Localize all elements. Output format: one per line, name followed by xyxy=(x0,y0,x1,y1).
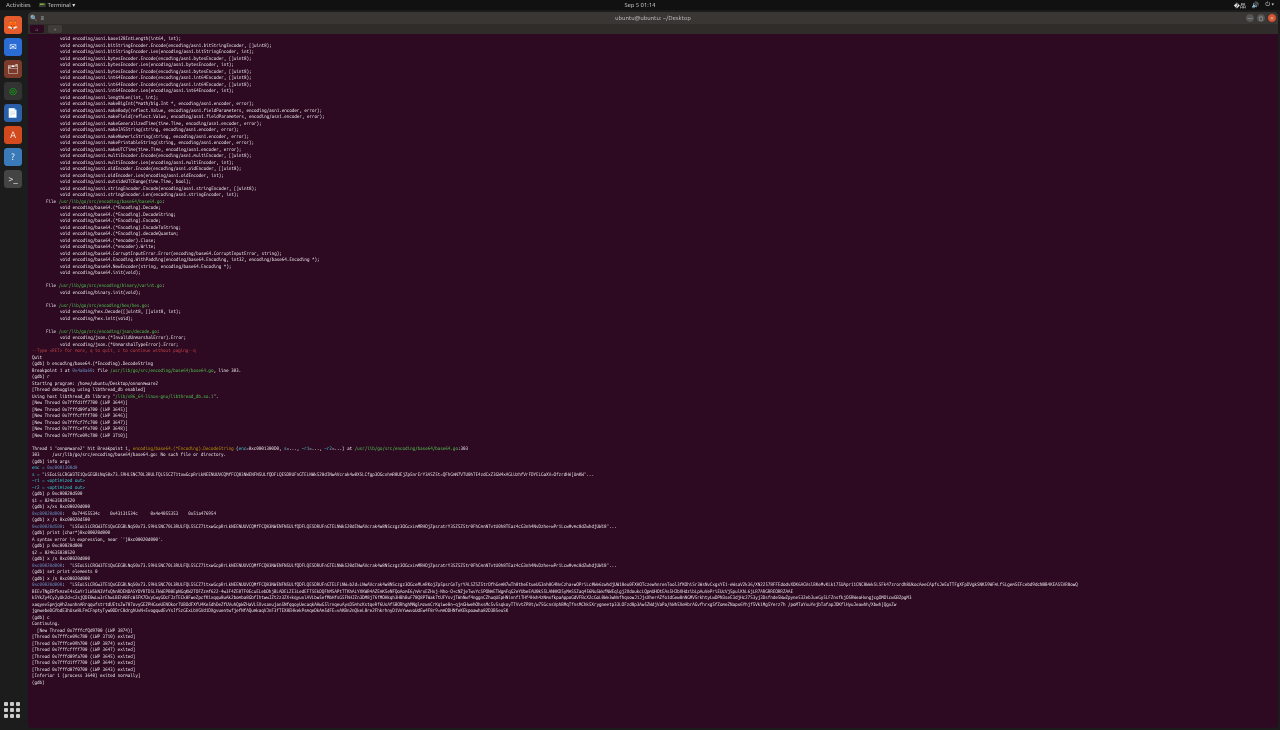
terminal-output[interactable]: void encoding/asn1.base128IntLength(int6… xyxy=(28,34,1278,728)
dock-files[interactable]: 🗂 xyxy=(4,60,22,78)
volume-icon[interactable]: 🔊 xyxy=(1252,2,1259,9)
dock-terminal[interactable]: >_ xyxy=(4,170,22,188)
close-button[interactable]: ✕ xyxy=(1268,14,1276,22)
dock-thunderbird[interactable]: ✉ xyxy=(4,38,22,56)
window-title: ubuntu@ubuntu: ~/Desktop xyxy=(615,15,691,22)
network-icon[interactable]: �品 xyxy=(1234,1,1246,10)
maximize-button[interactable]: ▢ xyxy=(1257,14,1265,22)
menu-icon[interactable]: ≡ xyxy=(40,15,44,22)
dock-help[interactable]: ? xyxy=(4,148,22,166)
dock: 🦊 ✉ 🗂 ◎ 📄 A ? >_ xyxy=(0,10,26,730)
dock-ubuntu-software[interactable]: A xyxy=(4,126,22,144)
app-indicator[interactable]: 📟 Terminal ▾ xyxy=(39,2,76,9)
search-icon[interactable]: 🔍 xyxy=(30,15,37,22)
tab-bar: ⌂ + xyxy=(28,24,1278,34)
clock[interactable]: Sep 5 01:14 xyxy=(624,2,655,9)
new-tab-button[interactable]: + xyxy=(48,25,62,33)
dock-firefox[interactable]: 🦊 xyxy=(4,16,22,34)
minimize-button[interactable]: — xyxy=(1246,14,1254,22)
terminal-window: 🔍 ≡ ubuntu@ubuntu: ~/Desktop — ▢ ✕ ⌂ + v… xyxy=(28,12,1278,728)
window-titlebar[interactable]: 🔍 ≡ ubuntu@ubuntu: ~/Desktop — ▢ ✕ xyxy=(28,12,1278,24)
dock-software[interactable]: ◎ xyxy=(4,82,22,100)
power-icon[interactable]: ⏻ ▾ xyxy=(1265,1,1274,9)
tab-1[interactable]: ⌂ xyxy=(30,25,44,33)
show-applications[interactable] xyxy=(4,702,22,720)
dock-writer[interactable]: 📄 xyxy=(4,104,22,122)
activities-button[interactable]: Activities xyxy=(6,2,31,9)
top-bar: Activities 📟 Terminal ▾ Sep 5 01:14 �品 🔊… xyxy=(0,0,1280,10)
